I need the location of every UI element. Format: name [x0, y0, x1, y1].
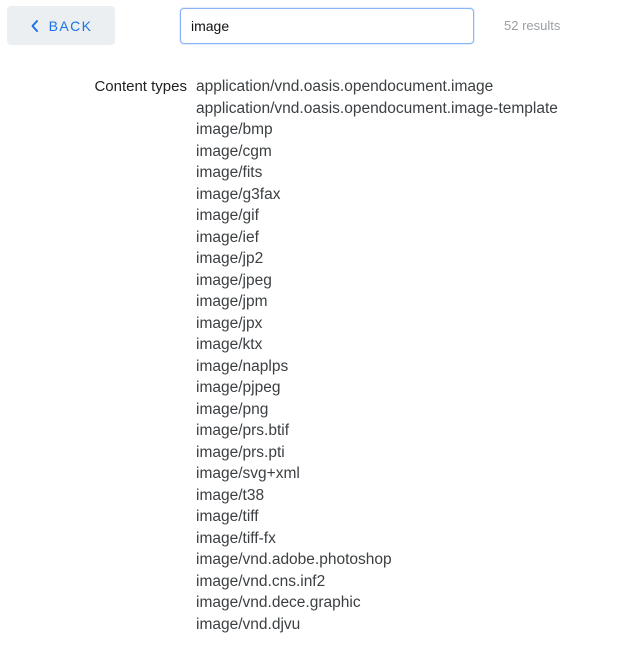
content-type-item[interactable]: image/bmp	[196, 119, 558, 141]
content-type-item[interactable]: image/png	[196, 399, 558, 421]
content-type-item[interactable]: image/tiff-fx	[196, 528, 558, 550]
content-type-item[interactable]: image/tiff	[196, 506, 558, 528]
content-types-list: application/vnd.oasis.opendocument.image…	[196, 76, 558, 635]
chevron-left-icon	[30, 19, 40, 33]
back-button-label: BACK	[48, 17, 93, 34]
content-type-item[interactable]: image/gif	[196, 205, 558, 227]
back-button[interactable]: BACK	[7, 6, 115, 45]
content-type-item[interactable]: image/fits	[196, 162, 558, 184]
content-type-item[interactable]: image/g3fax	[196, 184, 558, 206]
search-input[interactable]	[180, 8, 474, 44]
content-type-item[interactable]: image/jpeg	[196, 270, 558, 292]
content-type-item[interactable]: image/ktx	[196, 334, 558, 356]
content-type-item[interactable]: application/vnd.oasis.opendocument.image	[196, 76, 558, 98]
content-type-item[interactable]: image/jpx	[196, 313, 558, 335]
content-type-item[interactable]: image/vnd.djvu	[196, 614, 558, 636]
content-type-item[interactable]: image/naplps	[196, 356, 558, 378]
content-type-search-page: BACK 52 results Content types applicatio…	[0, 0, 641, 651]
content-type-item[interactable]: image/cgm	[196, 141, 558, 163]
content-type-item[interactable]: image/svg+xml	[196, 463, 558, 485]
content-type-item[interactable]: image/vnd.adobe.photoshop	[196, 549, 558, 571]
result-count: 52 results	[504, 18, 561, 33]
content-types-label: Content types	[94, 78, 187, 95]
content-type-item[interactable]: image/vnd.cns.inf2	[196, 571, 558, 593]
content-type-item[interactable]: image/vnd.dece.graphic	[196, 592, 558, 614]
content-type-item[interactable]: image/prs.pti	[196, 442, 558, 464]
content-type-item[interactable]: image/pjpeg	[196, 377, 558, 399]
content-type-item[interactable]: image/jpm	[196, 291, 558, 313]
content-type-item[interactable]: image/prs.btif	[196, 420, 558, 442]
content-type-item[interactable]: image/jp2	[196, 248, 558, 270]
content-type-item[interactable]: image/ief	[196, 227, 558, 249]
content-type-item[interactable]: application/vnd.oasis.opendocument.image…	[196, 98, 558, 120]
content-type-item[interactable]: image/t38	[196, 485, 558, 507]
